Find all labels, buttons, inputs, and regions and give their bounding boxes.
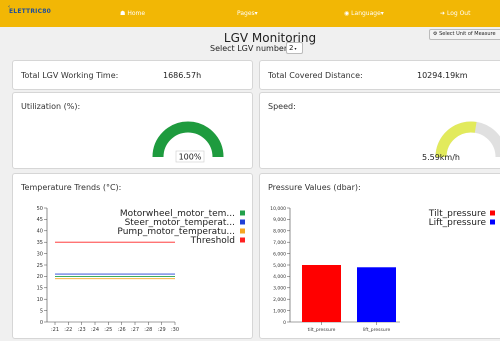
temp-x-tick-label: :26 (118, 327, 126, 333)
temp-x-tick-label: :21 (51, 327, 59, 333)
nav-logout[interactable]: ➜ Log Out (440, 0, 470, 27)
pressure-label: Pressure Values (dbar): (268, 183, 361, 192)
temp-y-tick-label: 30 (37, 251, 43, 257)
pressure-chart: 0 1,000 2,000 3,000 4,000 5,000 6,000 7,000 8,00… (270, 206, 495, 333)
temp-y-tick-label: 0 (40, 320, 43, 326)
top-navbar: ‹ ELETTRIC80 ☗ Home Pages▾ ◉ Language▾ ➜… (0, 0, 500, 27)
pressure-bar (302, 265, 341, 322)
lgv-number-value: 2 (289, 44, 294, 52)
nav-logout-label: Log Out (446, 10, 471, 17)
nav-home[interactable]: ☗ Home (120, 0, 145, 27)
temperature-chart: 0 5 10 15 20 25 30 35 40 45 50 :21 :22 :23 :24 :25 :26 :2… (37, 206, 245, 333)
temp-x-tick-label: :27 (131, 327, 139, 333)
pressure-y-tick-label: 5,000 (273, 263, 286, 269)
caret-down-icon: ▾ (254, 10, 258, 17)
working-time-card: Total LGV Working Time: 1686.57h (12, 60, 253, 90)
pressure-y-tick-label: 4,000 (273, 274, 286, 280)
pressure-x-tick-label: tilt_pressure (308, 327, 336, 333)
pressure-y-tick-label: 10,000 (270, 206, 286, 212)
temp-legend-swatch (240, 237, 245, 243)
temp-y-tick-label: 25 (37, 263, 43, 269)
lgv-select-label: Select LGV number (210, 44, 288, 53)
logout-icon: ➜ (440, 10, 446, 17)
pressure-x-tick-label: lift_pressure (363, 327, 391, 333)
temp-x-tick-label: :25 (104, 327, 112, 333)
pressure-y-tick-label: 8,000 (273, 229, 286, 235)
temp-y-tick-label: 15 (37, 286, 43, 292)
speed-card: Speed: 5.59km/h (259, 92, 500, 169)
utilization-value: 100% (179, 153, 202, 162)
working-time-label: Total LGV Working Time: (21, 71, 119, 80)
nav-home-label: Home (127, 10, 146, 17)
pressure-y-tick-label: 2,000 (273, 297, 286, 303)
temp-x-tick-label: :23 (78, 327, 86, 333)
distance-card: Total Covered Distance: 10294.19km (259, 60, 500, 90)
caret-down-icon: ▾ (380, 10, 384, 17)
temp-y-tick-label: 5 (40, 308, 43, 314)
temp-y-tick-label: 45 (37, 217, 43, 223)
temp-x-tick-label: :29 (158, 327, 166, 333)
working-time-value: 1686.57h (163, 71, 202, 80)
temp-x-tick-label: :24 (91, 327, 99, 333)
pressure-y-tick-label: 7,000 (273, 240, 286, 246)
temp-legend-label: Threshold (190, 236, 235, 246)
pressure-card: Pressure Values (dbar): 0 1,000 2,000 3,000… (259, 173, 500, 339)
temp-x-tick-label: :30 (171, 327, 179, 333)
temp-legend-swatch (240, 210, 245, 216)
nav-language-label: Language (351, 10, 381, 17)
pressure-legend-swatch (490, 210, 495, 216)
temp-y-tick-label: 35 (37, 240, 43, 246)
temp-y-tick-label: 10 (37, 297, 43, 303)
globe-icon: ◉ (344, 10, 350, 17)
utilization-gauge: 100% (152, 121, 224, 163)
temp-x-tick-label: :28 (144, 327, 152, 333)
temp-legend-swatch (240, 219, 245, 225)
utilization-card: Utilization (%): 100% (12, 92, 253, 169)
distance-value: 10294.19km (417, 71, 468, 80)
pressure-bar (357, 267, 396, 322)
speed-label: Speed: (268, 102, 296, 111)
speed-gauge: 5.59km/h (422, 121, 500, 162)
temp-y-tick-label: 50 (37, 206, 43, 212)
select-unit-button[interactable]: ⚙ Select Unit of Measure (429, 29, 500, 40)
pressure-y-tick-label: 6,000 (273, 251, 286, 257)
pressure-y-tick-label: 0 (283, 320, 286, 326)
select-unit-label: Select Unit of Measure (439, 31, 496, 37)
lgv-number-select[interactable]: 2▾ (286, 42, 303, 54)
pressure-legend-swatch (490, 219, 495, 225)
select-arrows-icon: ▾ (294, 46, 297, 51)
temp-x-tick-label: :22 (64, 327, 72, 333)
nav-pages[interactable]: Pages▾ (237, 0, 258, 27)
temp-y-tick-label: 40 (37, 229, 43, 235)
gear-icon: ⚙ (433, 31, 438, 37)
temp-y-tick-label: 20 (37, 274, 43, 280)
distance-label: Total Covered Distance: (268, 71, 363, 80)
temperature-card: Temperature Trends (°C): 0 5 10 15 20 25 30 35 4… (12, 173, 253, 339)
brand-logo-text: ELETTRIC80 (9, 8, 51, 15)
nav-pages-label: Pages (237, 10, 255, 17)
nav-language[interactable]: ◉ Language▾ (344, 0, 384, 27)
brand-logo[interactable]: ‹ ELETTRIC80 (8, 4, 51, 15)
utilization-label: Utilization (%): (21, 102, 81, 111)
page-title: LGV Monitoring (223, 31, 317, 45)
temp-legend-swatch (240, 228, 245, 234)
pressure-y-tick-label: 9,000 (273, 217, 286, 223)
logo-chevron-icon: ‹ (8, 4, 11, 10)
speed-value: 5.59km/h (422, 153, 460, 162)
pressure-legend-label: Lift_pressure (429, 218, 487, 228)
pressure-y-tick-label: 1,000 (273, 308, 286, 314)
home-icon: ☗ (120, 10, 126, 17)
temperature-label: Temperature Trends (°C): (21, 183, 122, 192)
pressure-y-tick-label: 3,000 (273, 286, 286, 292)
